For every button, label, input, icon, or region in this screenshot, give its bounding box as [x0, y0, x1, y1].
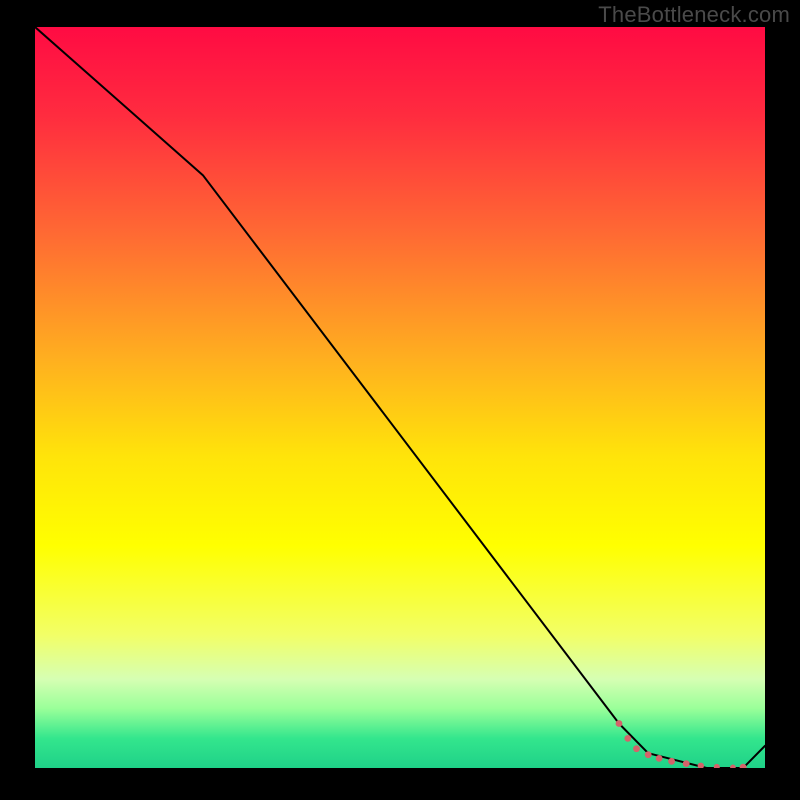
highlight-marker — [645, 751, 652, 758]
highlight-marker — [730, 765, 736, 771]
highlight-marker — [668, 758, 675, 765]
highlight-marker — [698, 763, 704, 769]
highlight-marker — [740, 764, 747, 771]
highlight-marker — [683, 760, 690, 767]
highlight-marker — [633, 745, 640, 752]
bottleneck-chart — [0, 0, 800, 800]
watermark-text: TheBottleneck.com — [598, 2, 790, 28]
gradient-background — [35, 27, 765, 768]
chart-frame: TheBottleneck.com — [0, 0, 800, 800]
highlight-marker — [616, 720, 623, 727]
highlight-marker — [624, 735, 631, 742]
highlight-marker — [656, 755, 663, 762]
highlight-marker — [714, 764, 720, 770]
